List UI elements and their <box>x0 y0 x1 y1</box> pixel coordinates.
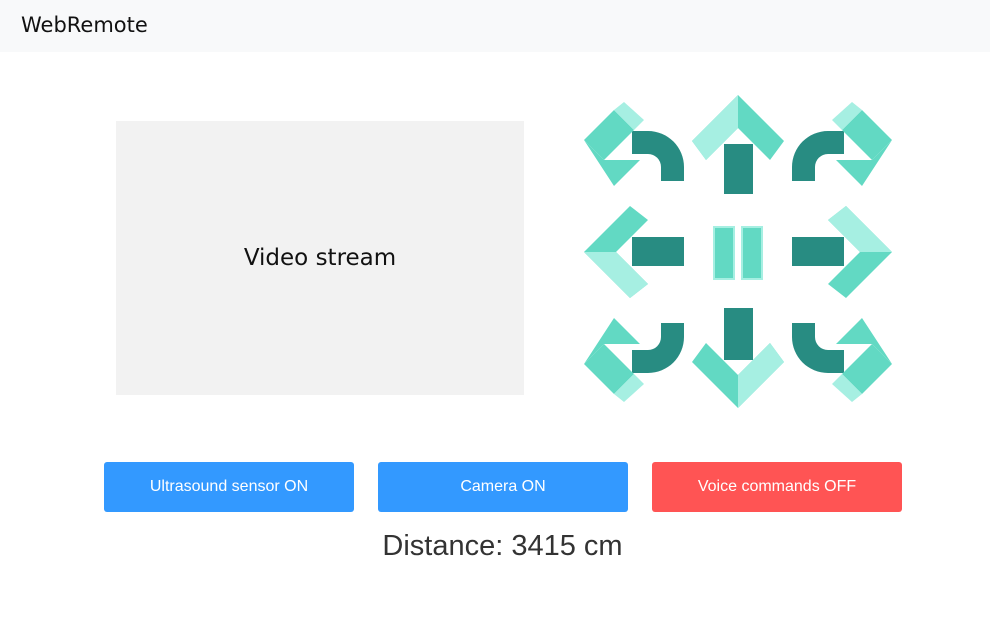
left-arrow-shaft <box>632 237 684 266</box>
direction-pad <box>584 95 892 408</box>
brand-title[interactable]: WebRemote <box>21 13 148 37</box>
stop-bar-right <box>741 226 763 280</box>
forward-arrow-icon[interactable] <box>692 95 784 194</box>
right-arrow-icon[interactable] <box>792 206 892 298</box>
backward-left-arrow-arc <box>632 323 684 373</box>
backward-left-arrow-icon[interactable] <box>584 318 684 402</box>
forward-left-arrow-arc <box>632 131 684 181</box>
backward-right-arrow-icon[interactable] <box>792 318 892 402</box>
navbar: WebRemote <box>0 0 990 52</box>
camera-button[interactable]: Camera ON <box>378 462 628 512</box>
backward-arrow-shaft <box>724 308 753 360</box>
video-stream-label: Video stream <box>243 245 397 271</box>
video-stream-panel: Video stream <box>116 121 524 395</box>
distance-readout: Distance: 3415 cm <box>382 530 623 562</box>
voice-commands-button[interactable]: Voice commands OFF <box>652 462 902 512</box>
stop-icon[interactable] <box>713 226 763 280</box>
forward-right-arrow-arc <box>792 131 844 181</box>
left-arrow-icon[interactable] <box>584 206 684 298</box>
forward-left-arrow-icon[interactable] <box>584 102 684 186</box>
backward-arrow-icon[interactable] <box>692 308 784 408</box>
stop-bar-left <box>713 226 735 280</box>
forward-arrow-shaft <box>724 144 753 194</box>
ultrasound-sensor-button[interactable]: Ultrasound sensor ON <box>104 462 354 512</box>
forward-right-arrow-icon[interactable] <box>792 102 892 186</box>
backward-right-arrow-arc <box>792 323 844 373</box>
right-arrow-shaft <box>792 237 844 266</box>
